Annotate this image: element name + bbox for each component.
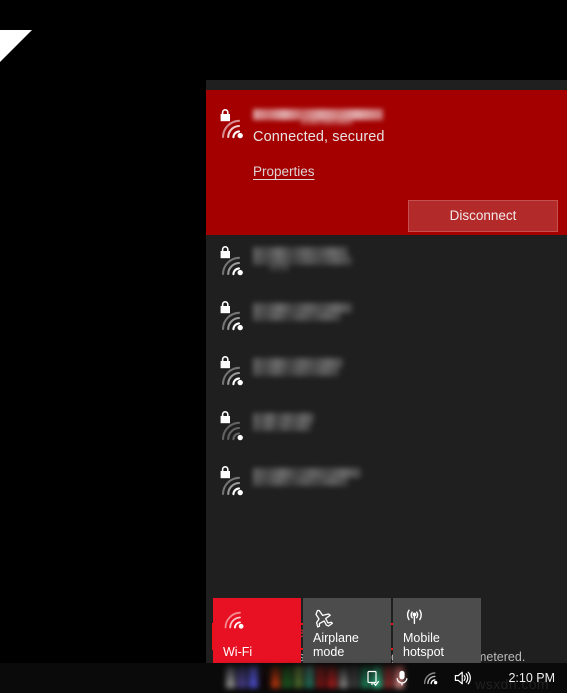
microphone-icon[interactable] bbox=[393, 669, 411, 687]
network-list-item[interactable] bbox=[206, 235, 567, 290]
taskbar-clock[interactable]: 2:10 PM bbox=[508, 663, 555, 693]
tile-hotspot-label-line1: Mobile bbox=[403, 631, 440, 645]
padlock-icon bbox=[217, 463, 253, 497]
padlock-icon bbox=[217, 408, 253, 442]
connected-ssid-redacted: Connected, secured Properties Disconnect bbox=[206, 90, 567, 235]
network-list-item[interactable] bbox=[206, 455, 567, 510]
corner-triangle-graphic bbox=[0, 30, 32, 62]
tile-mobile-hotspot[interactable]: Mobile hotspot bbox=[393, 598, 481, 663]
network-list-item[interactable] bbox=[206, 290, 567, 345]
padlock-icon bbox=[217, 298, 253, 332]
connected-network-panel[interactable]: Connected, secured Properties Disconnect bbox=[206, 90, 567, 235]
available-networks-list bbox=[206, 235, 567, 510]
tile-airplane-mode-label: Airplane mode bbox=[313, 631, 359, 659]
network-list-item[interactable] bbox=[206, 400, 567, 455]
tile-wifi[interactable]: Wi-Fi bbox=[213, 598, 301, 663]
disconnect-button[interactable]: Disconnect bbox=[408, 200, 558, 232]
wifi-icon bbox=[223, 607, 249, 631]
tile-airplane-mode[interactable]: Airplane mode bbox=[303, 598, 391, 663]
tile-mobile-hotspot-label: Mobile hotspot bbox=[403, 631, 477, 659]
flyout-top-strip bbox=[206, 80, 567, 90]
airplane-icon bbox=[313, 607, 339, 631]
padlock-icon bbox=[217, 243, 253, 277]
network-list-item[interactable] bbox=[206, 345, 567, 400]
tile-wifi-label: Wi-Fi bbox=[223, 645, 253, 659]
tile-hotspot-label-line2: hotspot bbox=[403, 645, 445, 659]
tray-system-icons bbox=[363, 663, 471, 693]
quick-action-tiles: Wi-Fi Airplane mode Mobile hotspot bbox=[213, 598, 481, 663]
usb-icon[interactable] bbox=[363, 669, 381, 687]
taskbar: 2:10 PM wsxdn.com bbox=[0, 663, 567, 693]
volume-icon[interactable] bbox=[453, 669, 471, 687]
wifi-flyout-panel: Connected, secured Properties Disconnect bbox=[206, 80, 567, 663]
connection-status-text: Connected, secured bbox=[253, 129, 385, 145]
padlock-icon bbox=[217, 353, 253, 387]
hotspot-icon bbox=[403, 607, 429, 631]
wifi-icon[interactable] bbox=[423, 669, 441, 687]
properties-link[interactable]: Properties bbox=[253, 164, 315, 179]
